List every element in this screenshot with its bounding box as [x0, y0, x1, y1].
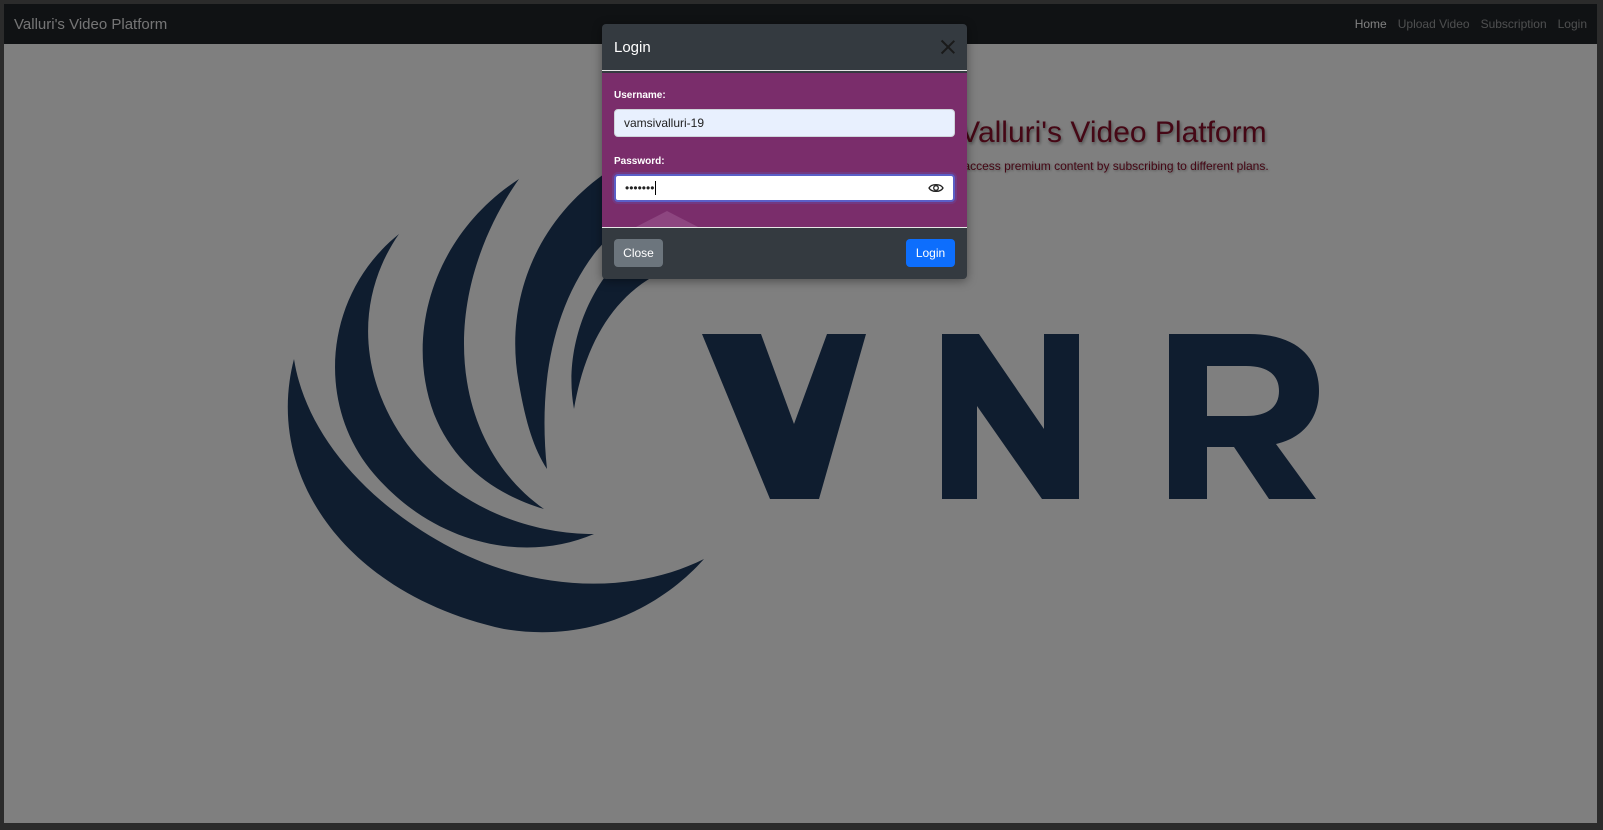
eye-icon[interactable]: [928, 182, 944, 194]
modal-body: Username: vamsivalluri-19 Password: ••••…: [602, 73, 967, 227]
modal-title: Login: [614, 38, 651, 56]
username-value: vamsivalluri-19: [624, 116, 705, 130]
close-icon[interactable]: [941, 40, 955, 54]
username-input[interactable]: vamsivalluri-19: [614, 109, 955, 137]
decorative-shape: [632, 211, 702, 227]
password-value: •••••••: [625, 181, 655, 195]
browser-frame: Valluri's Video Platform Home Upload Vid…: [4, 4, 1597, 823]
login-button[interactable]: Login: [906, 239, 955, 267]
password-input[interactable]: •••••••: [614, 174, 955, 202]
close-button[interactable]: Close: [614, 239, 663, 267]
username-label: Username:: [614, 90, 666, 101]
text-caret: [655, 181, 657, 195]
password-label: Password:: [614, 156, 665, 167]
login-modal: Login Username: vamsivalluri-19 Password…: [602, 24, 967, 279]
modal-footer: Close Login: [602, 227, 967, 279]
modal-header: Login: [602, 24, 967, 71]
